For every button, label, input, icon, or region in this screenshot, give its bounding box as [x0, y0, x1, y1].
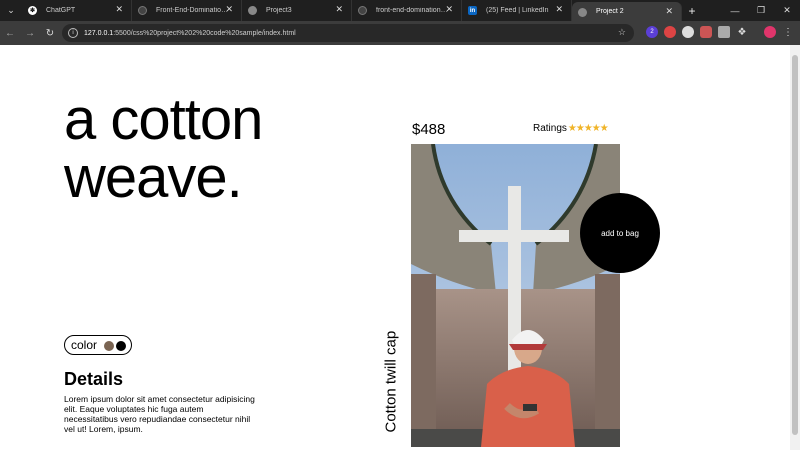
- details-description: Lorem ipsum dolor sit amet consectetur a…: [64, 394, 255, 434]
- product-price: $488: [412, 121, 446, 138]
- scrollbar-thumb[interactable]: [792, 55, 798, 435]
- browser-tab[interactable]: Front-End-Domination-W ✕: [132, 0, 242, 21]
- window-controls: — ❐ ✕: [722, 0, 800, 21]
- tab-title: Project 2: [596, 8, 624, 15]
- close-icon[interactable]: ✕: [225, 4, 233, 15]
- tab-title: ChatGPT: [46, 7, 76, 14]
- browser-tab[interactable]: front-end-domination/css ✕: [352, 0, 462, 21]
- tab-title: Project3: [266, 7, 292, 14]
- chatgpt-icon: ✻: [28, 6, 37, 15]
- tab-title: Front-End-Domination-W: [156, 7, 228, 14]
- color-selector: color: [64, 335, 132, 355]
- browser-tab[interactable]: ✻ ChatGPT ✕: [22, 0, 132, 21]
- close-icon[interactable]: ✕: [555, 4, 563, 15]
- url-host: 127.0.0.1: [84, 29, 114, 37]
- add-to-bag-button[interactable]: add to bag: [580, 193, 660, 273]
- close-window-icon[interactable]: ✕: [774, 0, 800, 21]
- new-tab-plus-icon[interactable]: +: [682, 4, 702, 18]
- close-icon[interactable]: ✕: [445, 4, 453, 15]
- star-rating-icon: ★★★★★: [567, 123, 609, 134]
- linkedin-icon: in: [468, 6, 477, 15]
- product-name-vertical: Cotton twill cap: [382, 330, 400, 433]
- restore-icon[interactable]: ❐: [748, 0, 774, 21]
- shield-icon[interactable]: [718, 26, 730, 38]
- extension-icon[interactable]: [682, 26, 694, 38]
- page-scrollbar[interactable]: [790, 45, 800, 450]
- extension-icon[interactable]: 2: [646, 26, 658, 38]
- color-swatch-brown[interactable]: [104, 341, 114, 351]
- address-bar[interactable]: i 127.0.0.1:5500/css%20project%202%20cod…: [62, 24, 634, 42]
- extension-icon[interactable]: [700, 26, 712, 38]
- back-arrow-icon[interactable]: ←: [0, 28, 20, 39]
- browser-tab[interactable]: Project3 ✕: [242, 0, 352, 21]
- color-label: color: [71, 338, 98, 352]
- minimize-icon[interactable]: —: [722, 0, 748, 21]
- close-icon[interactable]: ✕: [335, 4, 343, 15]
- browser-tab-strip: ⌄ ✻ ChatGPT ✕ Front-End-Domination-W ✕ P…: [0, 0, 800, 21]
- headline-line-2: weave.: [64, 145, 243, 210]
- tab-title: (25) Feed | LinkedIn: [486, 7, 549, 14]
- url-text: 127.0.0.1:5500/css%20project%202%20code%…: [84, 30, 296, 37]
- ratings: Ratings ★★★★★: [533, 123, 609, 134]
- url-path: :5500/css%20project%202%20code%20sample/…: [113, 29, 296, 37]
- puzzle-icon[interactable]: ❖: [736, 26, 748, 38]
- browser-tab[interactable]: in (25) Feed | LinkedIn ✕: [462, 0, 572, 21]
- globe-icon: [578, 8, 587, 17]
- more-menu-icon[interactable]: ⋮: [782, 26, 794, 38]
- forward-arrow-icon[interactable]: →: [20, 28, 40, 39]
- product-photo: [411, 144, 620, 447]
- tab-title: front-end-domination/css: [376, 7, 448, 14]
- product-headline: a cotton weave.: [64, 91, 364, 207]
- ratings-label: Ratings: [533, 123, 567, 134]
- headline-line-1: a cotton: [64, 87, 263, 152]
- github-icon: [138, 6, 147, 15]
- extension-badge: 2: [650, 29, 654, 35]
- details-heading: Details: [64, 369, 124, 389]
- globe-icon: [248, 6, 257, 15]
- bookmark-star-icon[interactable]: ☆: [618, 27, 626, 38]
- tab-search-chevron-icon[interactable]: ⌄: [0, 0, 22, 21]
- browser-toolbar: ← → ↻ i 127.0.0.1:5500/css%20project%202…: [0, 21, 800, 45]
- github-icon: [358, 6, 367, 15]
- close-icon[interactable]: ✕: [115, 4, 123, 15]
- reload-icon[interactable]: ↻: [40, 28, 60, 39]
- color-swatch-black[interactable]: [116, 341, 126, 351]
- extension-icon[interactable]: [664, 26, 676, 38]
- browser-tab-active[interactable]: Project 2 ✕: [572, 2, 682, 21]
- avatar[interactable]: [764, 26, 776, 38]
- page-viewport: a cotton weave. color Details Lorem ipsu…: [0, 45, 790, 450]
- site-info-icon[interactable]: i: [68, 28, 78, 38]
- close-icon[interactable]: ✕: [665, 6, 673, 17]
